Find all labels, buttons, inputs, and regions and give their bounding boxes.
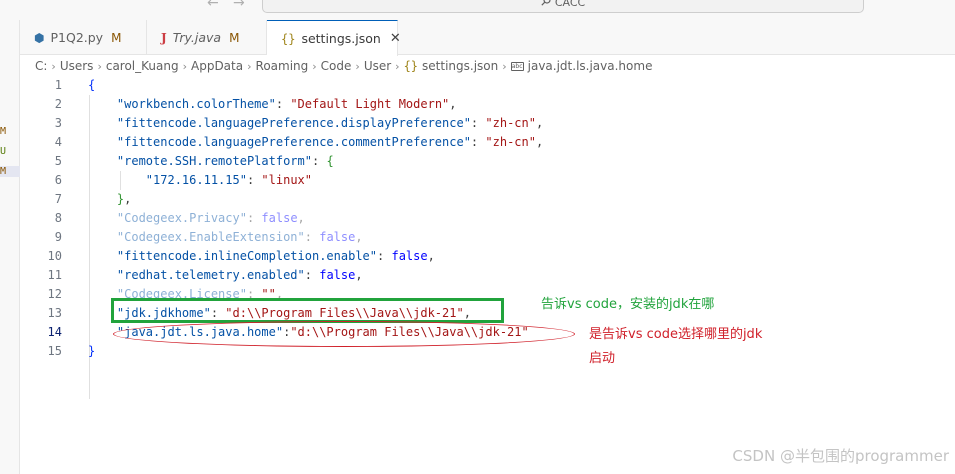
tab-label: P1Q2.py	[50, 30, 104, 45]
breadcrumb: C: › Users › carol_Kuang › AppData › Roaming › Cod…	[20, 56, 955, 76]
code-line[interactable]: 10 "fittencode.inlineCompletion.enable":…	[20, 247, 955, 266]
git-status-mark: M	[0, 126, 7, 137]
code-text: "redhat.telemetry.enabled": false,	[116, 268, 363, 282]
tab-label: settings.json	[301, 31, 381, 46]
git-status-mark: M	[0, 166, 20, 177]
code-text: "remote.SSH.remotePlatform": {	[116, 154, 334, 168]
title-bar: ← → CACC	[0, 0, 955, 20]
breadcrumb-separator: ›	[51, 60, 56, 73]
line-number: 3	[54, 116, 62, 130]
code-line[interactable]: 15}	[20, 342, 955, 361]
line-number: 9	[54, 230, 62, 244]
line-number: 12	[47, 287, 62, 301]
line-number: 15	[47, 344, 62, 358]
breadcrumb-separator: ›	[312, 60, 317, 73]
tab-p1q2-py[interactable]: ⬢ P1Q2.py M	[20, 20, 147, 55]
breadcrumb-key[interactable]: java.jdt.ls.java.home	[528, 59, 653, 73]
red-highlight-ellipse	[113, 321, 575, 347]
line-number: 7	[54, 192, 62, 206]
code-text: "workbench.colorTheme": "Default Light M…	[116, 97, 457, 111]
breadcrumb-separator: ›	[355, 60, 360, 73]
tab-label: Try.java	[172, 30, 222, 45]
breadcrumb-separator: ›	[97, 60, 102, 73]
breadcrumb-separator: ›	[182, 60, 187, 73]
line-number: 14	[47, 325, 62, 339]
line-number: 1	[54, 78, 62, 92]
code-text: {	[88, 78, 96, 92]
tab-settings-json[interactable]: {} settings.json ✕	[267, 20, 401, 56]
search-icon	[541, 0, 551, 12]
annotation-jdk-location: 告诉vs code，安装的jdk在哪	[541, 297, 715, 312]
line-number: 8	[54, 211, 62, 225]
close-icon[interactable]: ✕	[390, 31, 401, 46]
code-line[interactable]: 11 "redhat.telemetry.enabled": false,	[20, 266, 955, 285]
line-number: 2	[54, 97, 62, 111]
breadcrumb-segment[interactable]: carol_Kuang	[106, 59, 179, 73]
modified-badge: M	[111, 30, 122, 45]
code-text: "fittencode.languagePreference.commentPr…	[116, 135, 544, 149]
breadcrumb-separator: ›	[247, 60, 252, 73]
code-editor[interactable]: 1{2 "workbench.colorTheme": "Default Lig…	[20, 76, 955, 474]
annotation-jdk-launch-cont: 启动	[589, 351, 616, 366]
json-file-icon: {}	[403, 59, 419, 73]
green-highlight-box	[111, 298, 504, 323]
breadcrumb-segment[interactable]: Users	[60, 59, 94, 73]
breadcrumb-separator: ›	[502, 59, 507, 73]
breadcrumb-segment[interactable]: C:	[35, 59, 47, 73]
code-text: "fittencode.languagePreference.displayPr…	[116, 116, 544, 130]
java-file-icon: J	[161, 30, 167, 45]
string-key-icon: abc	[510, 61, 524, 71]
watermark: CSDN @半包围的programmer	[732, 447, 949, 465]
json-file-icon: {}	[281, 31, 296, 46]
command-center-text: CACC	[554, 0, 586, 9]
explorer-sidebar: MUM	[0, 20, 20, 474]
code-line[interactable]: 2 "workbench.colorTheme": "Default Light…	[20, 95, 955, 114]
line-number: 13	[47, 306, 62, 320]
breadcrumb-separator: ›	[395, 59, 400, 73]
line-number: 6	[54, 173, 62, 187]
modified-badge: M	[229, 30, 240, 45]
code-line[interactable]: 3 "fittencode.languagePreference.display…	[20, 114, 955, 133]
code-line[interactable]: 7 },	[20, 190, 955, 209]
tab-try-java[interactable]: J Try.java M	[147, 20, 267, 55]
code-line[interactable]: 9 "Codegeex.EnableExtension": false,	[20, 228, 955, 247]
python-file-icon: ⬢	[34, 30, 45, 45]
code-text: "Codegeex.Privacy": false,	[116, 211, 305, 225]
code-line[interactable]: 4 "fittencode.languagePreference.comment…	[20, 133, 955, 152]
line-number: 5	[54, 154, 62, 168]
code-line[interactable]: 6 "172.16.11.15": "linux"	[20, 171, 955, 190]
code-line[interactable]: 1{	[20, 76, 955, 95]
code-line[interactable]: 8 "Codegeex.Privacy": false,	[20, 209, 955, 228]
line-number: 10	[47, 249, 62, 263]
code-text: "172.16.11.15": "linux"	[145, 173, 312, 187]
breadcrumb-segment[interactable]: Code	[321, 59, 352, 73]
line-number: 4	[54, 135, 62, 149]
forward-arrow-icon[interactable]: →	[233, 0, 245, 11]
line-number: 11	[47, 268, 62, 282]
code-text: "Codegeex.EnableExtension": false,	[116, 230, 363, 244]
breadcrumb-segment[interactable]: Roaming	[256, 59, 309, 73]
annotation-jdk-launch: 是告诉vs code选择哪里的jdk	[589, 327, 763, 342]
code-text: "fittencode.inlineCompletion.enable": fa…	[116, 249, 435, 263]
code-text: },	[116, 192, 132, 206]
command-center[interactable]: CACC	[262, 0, 864, 13]
breadcrumb-segment[interactable]: AppData	[191, 59, 243, 73]
code-text: }	[88, 344, 96, 358]
breadcrumb-segment[interactable]: User	[364, 59, 391, 73]
git-status-mark: U	[0, 146, 7, 157]
breadcrumb-file[interactable]: settings.json	[422, 59, 498, 73]
code-line[interactable]: 5 "remote.SSH.remotePlatform": {	[20, 152, 955, 171]
tab-bar: ⬢ P1Q2.py M J Try.java M {} settings.jso…	[20, 20, 955, 56]
back-arrow-icon[interactable]: ←	[207, 0, 219, 11]
